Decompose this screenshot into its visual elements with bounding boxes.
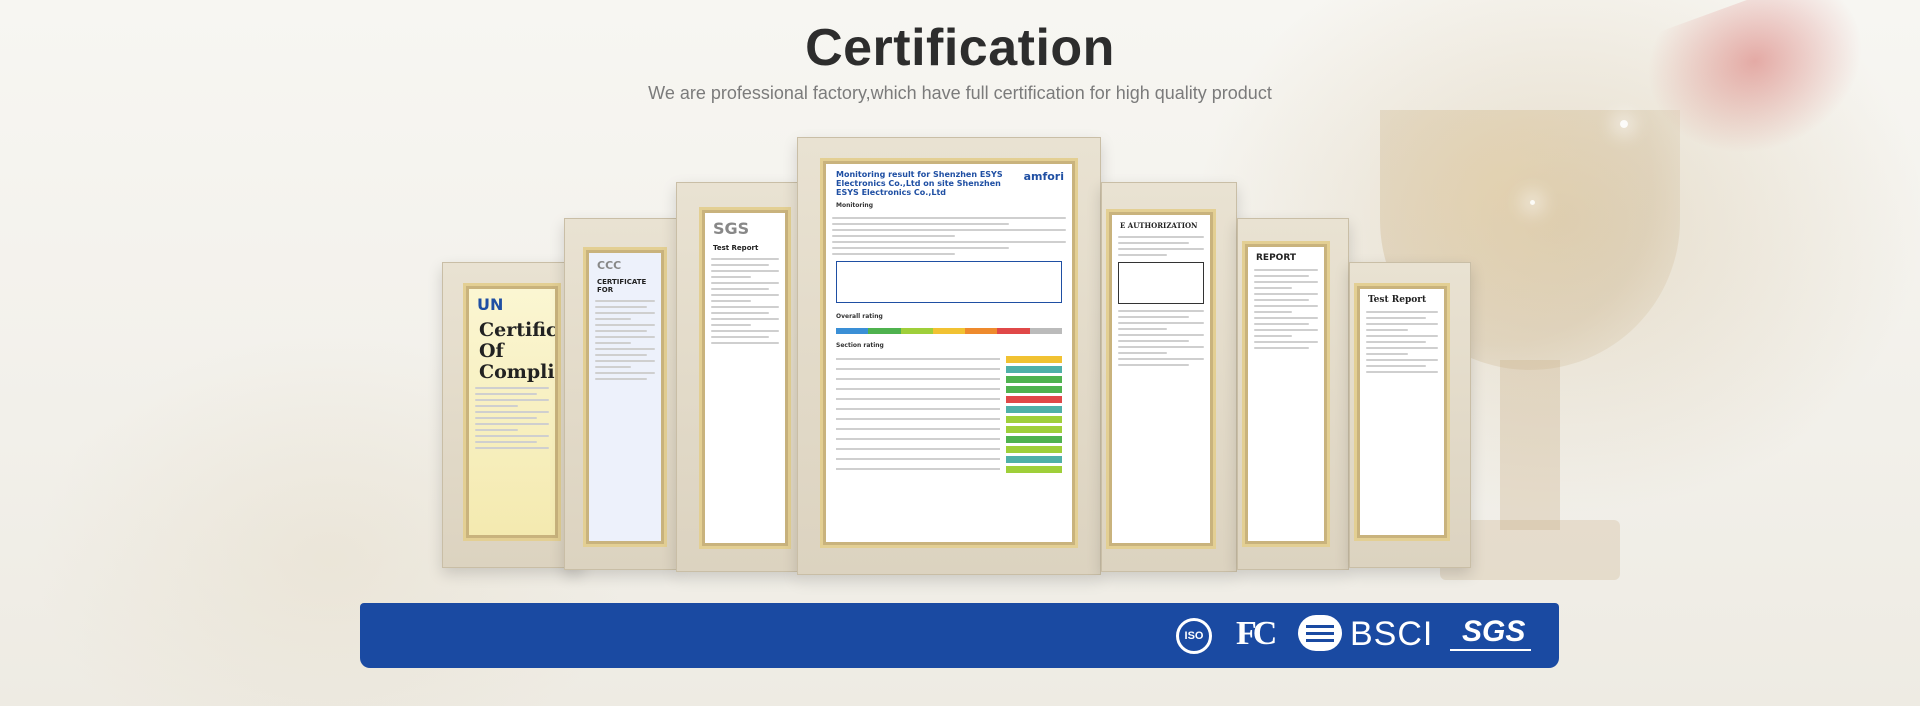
page-subtitle: We are professional factory,which have f… — [648, 83, 1272, 103]
iso-logo: ISO — [1176, 618, 1212, 654]
certificate-document: UN Certificate Of Compliance — [469, 289, 555, 535]
frame-mat: Monitoring result for Shenzhen ESYS Elec… — [820, 158, 1078, 548]
frame-mat: UN Certificate Of Compliance — [463, 283, 561, 541]
amfori-logo: amfori — [1023, 170, 1064, 183]
certificate-heading: Certificate Of Compliance — [479, 319, 555, 383]
un-logo: UN — [477, 295, 504, 314]
certificate-heading: REPORT — [1256, 253, 1296, 263]
frame-mat: SGS Test Report — [699, 207, 791, 549]
certificate-heading: Test Report — [713, 244, 759, 252]
certificate-frame-report[interactable]: REPORT — [1237, 218, 1349, 570]
certificate-heading: E AUTHORIZATION — [1120, 221, 1198, 230]
certificate-document: E AUTHORIZATION — [1112, 215, 1210, 543]
certificate-document: SGS Test Report — [705, 213, 785, 543]
certificate-frame-ccc[interactable]: CCC CERTIFICATE FOR — [564, 218, 678, 570]
sgs-logo: SGS — [1450, 617, 1532, 651]
frame-mat: Test Report — [1354, 283, 1450, 541]
info-box — [836, 260, 1062, 303]
certificate-heading: CERTIFICATE FOR — [597, 278, 647, 294]
certificate-frame-fcc[interactable]: E AUTHORIZATION — [1101, 182, 1237, 572]
section-section-rating: Section rating — [836, 341, 884, 349]
fcc-logo: FC — [1236, 615, 1277, 652]
section-monitoring: Monitoring — [836, 201, 873, 209]
frame-mat: REPORT — [1242, 241, 1330, 547]
bsci-logo: BSCI — [1350, 615, 1434, 653]
info-box — [1118, 262, 1204, 304]
certificate-document: Monitoring result for Shenzhen ESYS Elec… — [826, 164, 1072, 542]
frame-mat: CCC CERTIFICATE FOR — [583, 247, 667, 547]
certificate-frame-amfori[interactable]: Monitoring result for Shenzhen ESYS Elec… — [797, 137, 1101, 575]
certificate-heading: Test Report — [1368, 295, 1427, 305]
sparkle-icon — [1620, 120, 1628, 128]
certificate-heading: Monitoring result for Shenzhen ESYS Elec… — [836, 170, 1003, 198]
frame-mat: E AUTHORIZATION — [1106, 209, 1216, 549]
certificate-frame-test-report[interactable]: Test Report — [1349, 262, 1471, 568]
sgs-logo: SGS — [713, 219, 750, 238]
page-title: Certification — [805, 19, 1115, 77]
certificate-frame-un[interactable]: UN Certificate Of Compliance — [442, 262, 582, 568]
certificate-frame-sgs[interactable]: SGS Test Report — [676, 182, 798, 572]
sparkle-icon — [1530, 200, 1535, 205]
section-overall-rating: Overall rating — [836, 312, 883, 320]
trophy-stem-decoration — [1500, 360, 1560, 530]
certificate-document: REPORT — [1248, 247, 1324, 541]
certification-logo-banner: ISO FC BSCI SGS — [360, 603, 1559, 668]
rating-bar — [836, 327, 1062, 334]
bsci-globe-icon — [1298, 615, 1342, 651]
ccc-logo: CCC — [597, 259, 622, 272]
certificate-document: CCC CERTIFICATE FOR — [589, 253, 661, 541]
certificate-document: Test Report — [1360, 289, 1444, 535]
